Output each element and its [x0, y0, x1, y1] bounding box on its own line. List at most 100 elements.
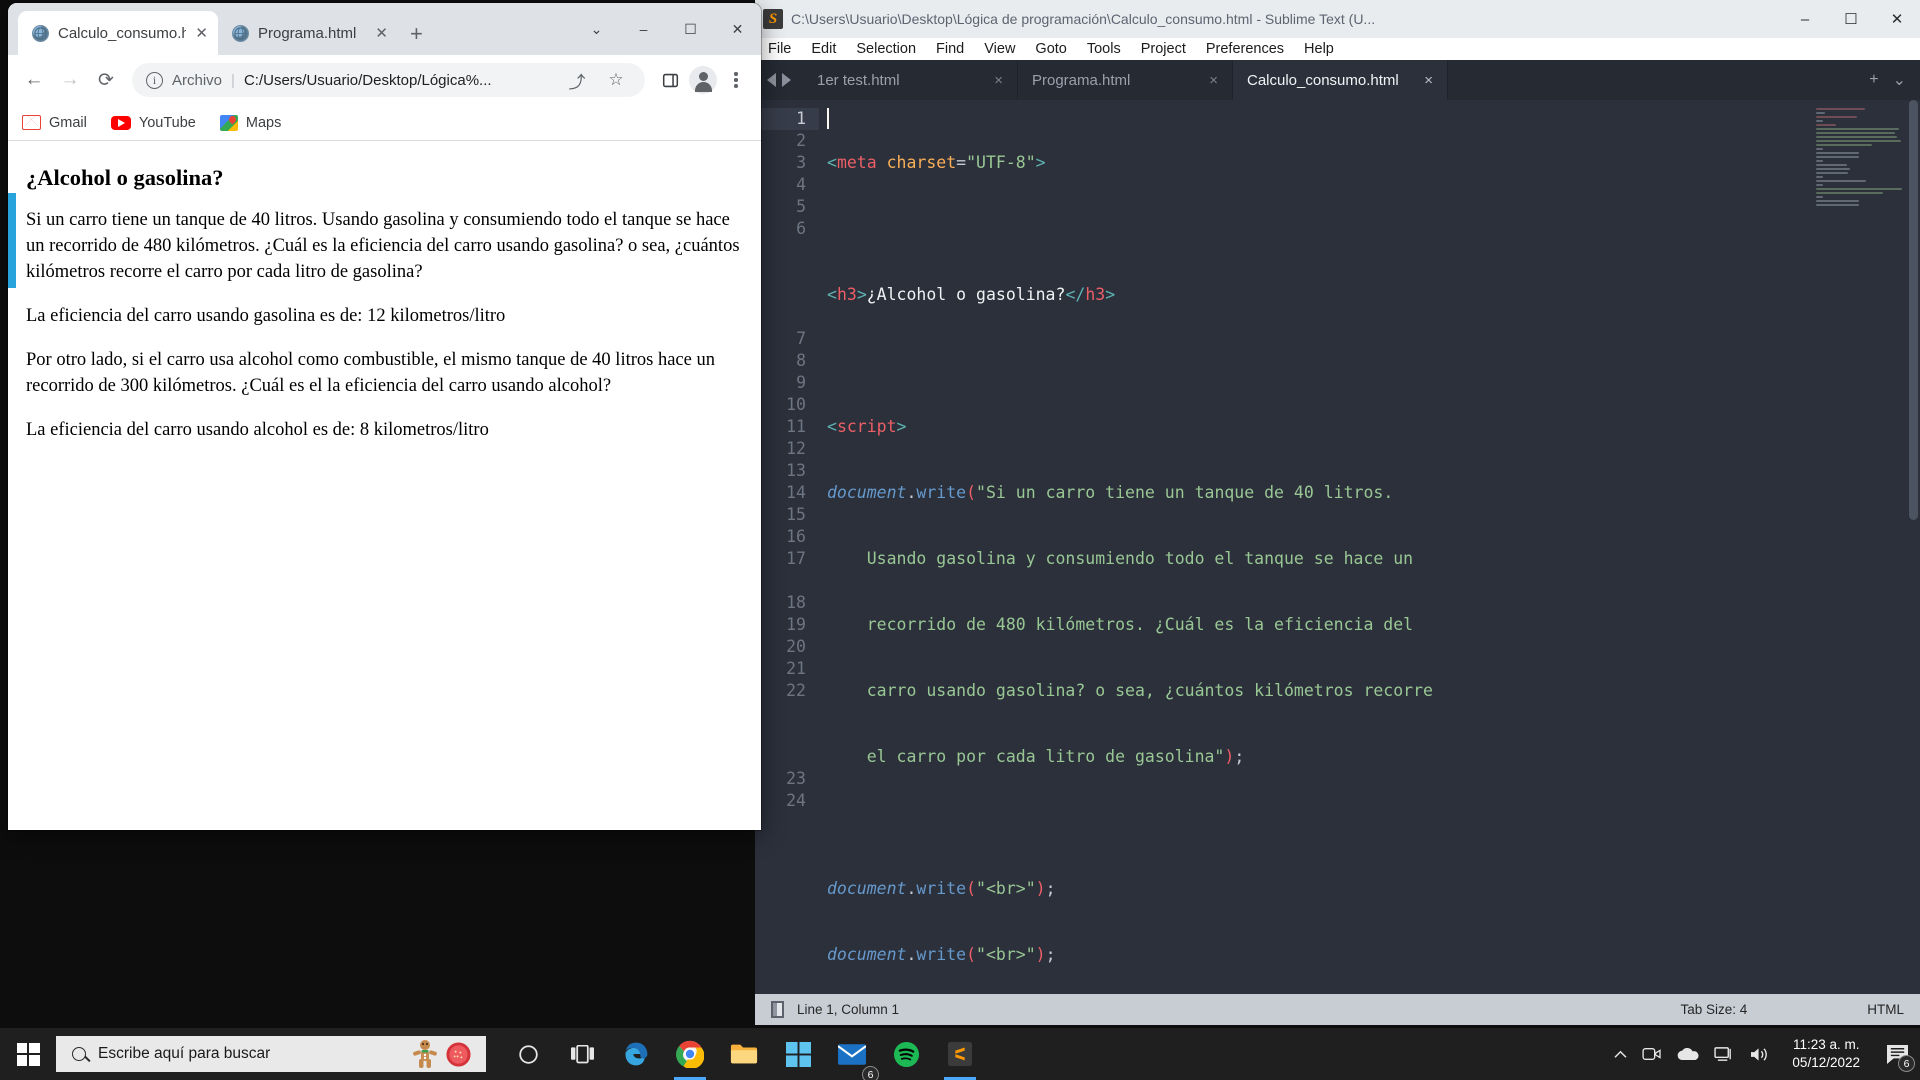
- onedrive-icon[interactable]: [1676, 1047, 1700, 1062]
- camera-icon[interactable]: [1642, 1046, 1662, 1062]
- sublime-tab-1er-test[interactable]: 1er test.html ×: [803, 60, 1018, 100]
- tab-close-icon[interactable]: ×: [994, 72, 1003, 89]
- scrollbar-thumb[interactable]: [1909, 100, 1918, 520]
- menu-goto[interactable]: Goto: [1026, 38, 1075, 60]
- sublime-menu-bar[interactable]: File Edit Selection Find View Goto Tools…: [755, 38, 1920, 60]
- sublime-text-icon[interactable]: [936, 1028, 984, 1080]
- tab-search-dropdown-icon[interactable]: ⌄: [573, 3, 620, 55]
- notification-badge-count: 6: [1898, 1055, 1915, 1072]
- clock-date: 05/12/2022: [1792, 1055, 1860, 1070]
- file-explorer-icon[interactable]: [720, 1028, 768, 1080]
- menu-find[interactable]: Find: [927, 38, 973, 60]
- taskbar-app-icons[interactable]: 6: [504, 1028, 984, 1080]
- line-number: 6: [796, 219, 806, 238]
- site-info-icon[interactable]: i: [146, 71, 163, 89]
- menu-tools[interactable]: Tools: [1078, 38, 1130, 60]
- line-number: 1: [755, 108, 819, 130]
- sublime-window-controls[interactable]: – ☐ ✕: [1782, 0, 1920, 38]
- chrome-close-button[interactable]: ✕: [714, 3, 761, 55]
- sublime-tab-calculo-consumo[interactable]: Calculo_consumo.html ×: [1233, 60, 1448, 100]
- task-view-icon[interactable]: [558, 1028, 606, 1080]
- globe-icon: [232, 24, 249, 42]
- new-tab-button[interactable]: +: [410, 21, 423, 47]
- volume-icon[interactable]: [1749, 1046, 1770, 1063]
- window-edge-accent: [8, 193, 16, 288]
- chrome-minimize-button[interactable]: –: [620, 3, 667, 55]
- tab-close-icon[interactable]: ✕: [195, 24, 208, 42]
- line-number: 2: [796, 131, 806, 150]
- bookmark-star-icon[interactable]: ☆: [601, 65, 631, 95]
- menu-project[interactable]: Project: [1132, 38, 1195, 60]
- chrome-tab-strip[interactable]: Calculo_consumo.h ✕ Programa.html ✕ + ⌄ …: [8, 3, 761, 55]
- side-panel-icon[interactable]: [655, 65, 685, 95]
- bookmark-youtube[interactable]: YouTube: [110, 114, 196, 131]
- sublime-tab-programa[interactable]: Programa.html ×: [1018, 60, 1233, 100]
- sublime-text-window[interactable]: S C:\Users\Usuario\Desktop\Lógica de pro…: [755, 0, 1920, 1025]
- chrome-icon[interactable]: [666, 1028, 714, 1080]
- editor-vertical-scrollbar[interactable]: [1906, 100, 1920, 994]
- spotify-icon[interactable]: [882, 1028, 930, 1080]
- url-text[interactable]: C:/Users/Usuario/Desktop/Lógica%...: [244, 72, 553, 89]
- chrome-menu-icon[interactable]: [721, 65, 751, 95]
- tab-size-label[interactable]: Tab Size: 4: [1680, 1002, 1747, 1017]
- tab-scroll-right-icon[interactable]: [782, 73, 791, 87]
- sublime-title-bar: S C:\Users\Usuario\Desktop\Lógica de pro…: [755, 0, 1920, 38]
- chrome-tab-calculo-consumo[interactable]: Calculo_consumo.h ✕: [18, 11, 218, 55]
- sublime-editor[interactable]: 1 2 3 4 5 6 7 8 9 10 11 12 13 14 15 16 1…: [755, 100, 1920, 994]
- windows-taskbar[interactable]: Escribe aquí para buscar 6 11:23 a. m. 0…: [0, 1028, 1920, 1080]
- bookmark-maps[interactable]: Maps: [219, 114, 281, 131]
- berry-icon[interactable]: [445, 1041, 472, 1068]
- chrome-window-controls[interactable]: ⌄ – ☐ ✕: [573, 3, 761, 55]
- tab-close-icon[interactable]: ×: [1209, 72, 1218, 89]
- reload-button[interactable]: ⟳: [90, 64, 122, 96]
- bookmarks-bar[interactable]: Gmail YouTube Maps: [8, 105, 761, 141]
- tab-bar-actions[interactable]: + ⌄: [1855, 60, 1920, 100]
- code-line-5: <script>: [827, 417, 907, 436]
- tab-overflow-menu-icon[interactable]: ⌄: [1893, 70, 1906, 90]
- sublime-tab-bar[interactable]: 1er test.html × Programa.html × Calculo_…: [755, 60, 1920, 100]
- tab-label: Calculo_consumo.html: [1247, 71, 1399, 89]
- tab-scroll-controls[interactable]: [755, 60, 803, 100]
- back-button[interactable]: ←: [18, 64, 50, 96]
- bookmark-label: YouTube: [138, 114, 196, 131]
- chrome-maximize-button[interactable]: ☐: [667, 3, 714, 55]
- menu-selection[interactable]: Selection: [847, 38, 925, 60]
- tab-scroll-left-icon[interactable]: [767, 73, 776, 87]
- chrome-browser-window[interactable]: Calculo_consumo.h ✕ Programa.html ✕ + ⌄ …: [8, 3, 761, 830]
- address-bar[interactable]: i Archivo | C:/Users/Usuario/Desktop/Lóg…: [132, 63, 645, 97]
- microsoft-store-icon[interactable]: [774, 1028, 822, 1080]
- chrome-toolbar[interactable]: ← → ⟳ i Archivo | C:/Users/Usuario/Deskt…: [8, 55, 761, 105]
- menu-file[interactable]: File: [759, 38, 800, 60]
- mail-icon[interactable]: 6: [828, 1028, 879, 1080]
- bookmark-gmail[interactable]: Gmail: [22, 115, 87, 131]
- menu-edit[interactable]: Edit: [802, 38, 845, 60]
- system-tray[interactable]: 11:23 a. m. 05/12/2022 6: [1613, 1036, 1920, 1072]
- tab-close-icon[interactable]: ✕: [375, 24, 388, 42]
- tab-close-icon[interactable]: ×: [1424, 72, 1433, 89]
- code-content[interactable]: <meta charset="UTF-8"> <h3>¿Alcohol o ga…: [819, 100, 1920, 994]
- syntax-label[interactable]: HTML: [1867, 1002, 1904, 1017]
- show-hidden-icons-chevron[interactable]: [1613, 1049, 1628, 1060]
- share-icon[interactable]: ⤴: [562, 65, 592, 95]
- taskbar-search-box[interactable]: Escribe aquí para buscar: [56, 1036, 486, 1072]
- sublime-maximize-button[interactable]: ☐: [1828, 0, 1874, 38]
- menu-help[interactable]: Help: [1295, 38, 1343, 60]
- sublime-close-button[interactable]: ✕: [1874, 0, 1920, 38]
- menu-preferences[interactable]: Preferences: [1197, 38, 1293, 60]
- new-tab-icon[interactable]: +: [1869, 71, 1878, 89]
- edge-icon[interactable]: [612, 1028, 660, 1080]
- network-icon[interactable]: [1714, 1046, 1735, 1063]
- start-button[interactable]: [0, 1028, 56, 1080]
- sublime-minimize-button[interactable]: –: [1782, 0, 1828, 38]
- taskbar-clock[interactable]: 11:23 a. m. 05/12/2022: [1784, 1036, 1868, 1072]
- windows-logo-icon: [16, 1042, 40, 1066]
- code-line-8: document.write("<br>");: [827, 879, 1056, 898]
- menu-view[interactable]: View: [975, 38, 1024, 60]
- profile-avatar[interactable]: [689, 66, 717, 94]
- sidebar-toggle-icon[interactable]: [771, 1001, 784, 1018]
- gingerbread-man-icon[interactable]: [411, 1039, 439, 1069]
- forward-button[interactable]: →: [54, 64, 86, 96]
- cortana-icon[interactable]: [504, 1028, 552, 1080]
- notification-center-button[interactable]: 6: [1882, 1039, 1915, 1072]
- chrome-tab-programa[interactable]: Programa.html ✕: [218, 11, 398, 55]
